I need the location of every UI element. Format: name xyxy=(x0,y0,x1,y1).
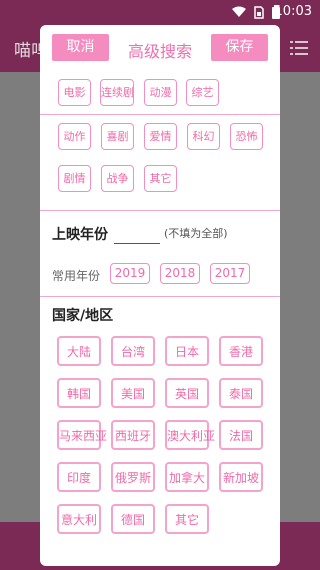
category-tag-anime[interactable]: 动漫 xyxy=(144,79,177,106)
region-tag-canada[interactable]: 加拿大 xyxy=(165,462,209,492)
status-time: 10:03 xyxy=(274,4,312,19)
region-tag-korea[interactable]: 韩国 xyxy=(57,378,101,408)
genre-tag-comedy[interactable]: 喜剧 xyxy=(101,123,134,150)
category-tag-movie[interactable]: 电影 xyxy=(58,79,91,106)
year-tag-2017[interactable]: 2017 xyxy=(210,263,250,284)
region-tag-australia[interactable]: 澳大利亚 xyxy=(165,420,215,450)
region-tag-spain[interactable]: 西班牙 xyxy=(111,420,155,450)
year-tag-2018[interactable]: 2018 xyxy=(160,263,200,284)
advanced-search-dialog: 取消 高级搜索 保存 电影 连续剧 动漫 综艺 动作 喜剧 爱情 科幻 恐怖 剧… xyxy=(40,25,280,566)
region-tag-malaysia[interactable]: 马来西亚 xyxy=(57,420,107,450)
region-tag-france[interactable]: 法国 xyxy=(219,420,263,450)
dialog-header: 取消 高级搜索 保存 xyxy=(40,25,280,71)
genre-tag-horror[interactable]: 恐怖 xyxy=(230,123,263,150)
status-icons xyxy=(232,4,280,20)
save-button[interactable]: 保存 xyxy=(211,34,268,61)
region-tag-india[interactable]: 印度 xyxy=(57,462,101,492)
dialog-title: 高级搜索 xyxy=(127,42,192,61)
region-tag-singapore[interactable]: 新加坡 xyxy=(219,462,263,492)
list-menu-icon[interactable] xyxy=(290,40,308,56)
genre-tag-drama[interactable]: 剧情 xyxy=(58,165,91,192)
region-tag-mainland[interactable]: 大陆 xyxy=(57,336,101,366)
region-tag-germany[interactable]: 德国 xyxy=(111,504,155,534)
category-tag-series[interactable]: 连续剧 xyxy=(100,79,134,106)
genre-tag-scifi[interactable]: 科幻 xyxy=(187,123,220,150)
category-tag-variety[interactable]: 综艺 xyxy=(186,79,219,106)
divider xyxy=(40,210,280,211)
region-tag-taiwan[interactable]: 台湾 xyxy=(111,336,155,366)
year-input[interactable] xyxy=(114,243,160,244)
common-years-label: 常用年份 xyxy=(52,269,101,283)
year-tag-2019[interactable]: 2019 xyxy=(110,263,150,284)
region-section-label: 国家/地区 xyxy=(52,308,114,324)
sim-icon xyxy=(254,5,264,19)
region-tag-uk[interactable]: 英国 xyxy=(165,378,209,408)
region-tag-hongkong[interactable]: 香港 xyxy=(219,336,263,366)
region-tag-other[interactable]: 其它 xyxy=(165,504,209,534)
cancel-button[interactable]: 取消 xyxy=(52,34,109,61)
genre-tag-action[interactable]: 动作 xyxy=(58,123,91,150)
divider xyxy=(40,114,280,115)
region-tag-italy[interactable]: 意大利 xyxy=(57,504,101,534)
region-tag-usa[interactable]: 美国 xyxy=(111,378,155,408)
year-section-label: 上映年份 xyxy=(52,227,108,243)
genre-tag-other[interactable]: 其它 xyxy=(144,165,177,192)
genre-tag-war[interactable]: 战争 xyxy=(101,165,134,192)
region-tag-japan[interactable]: 日本 xyxy=(165,336,209,366)
region-tag-russia[interactable]: 俄罗斯 xyxy=(111,462,155,492)
year-hint: (不填为全部) xyxy=(164,227,228,240)
region-tag-thailand[interactable]: 泰国 xyxy=(219,378,263,408)
divider xyxy=(40,296,280,297)
wifi-icon xyxy=(232,6,246,17)
genre-tag-romance[interactable]: 爱情 xyxy=(144,123,177,150)
status-bar: 10:03 xyxy=(0,0,320,24)
